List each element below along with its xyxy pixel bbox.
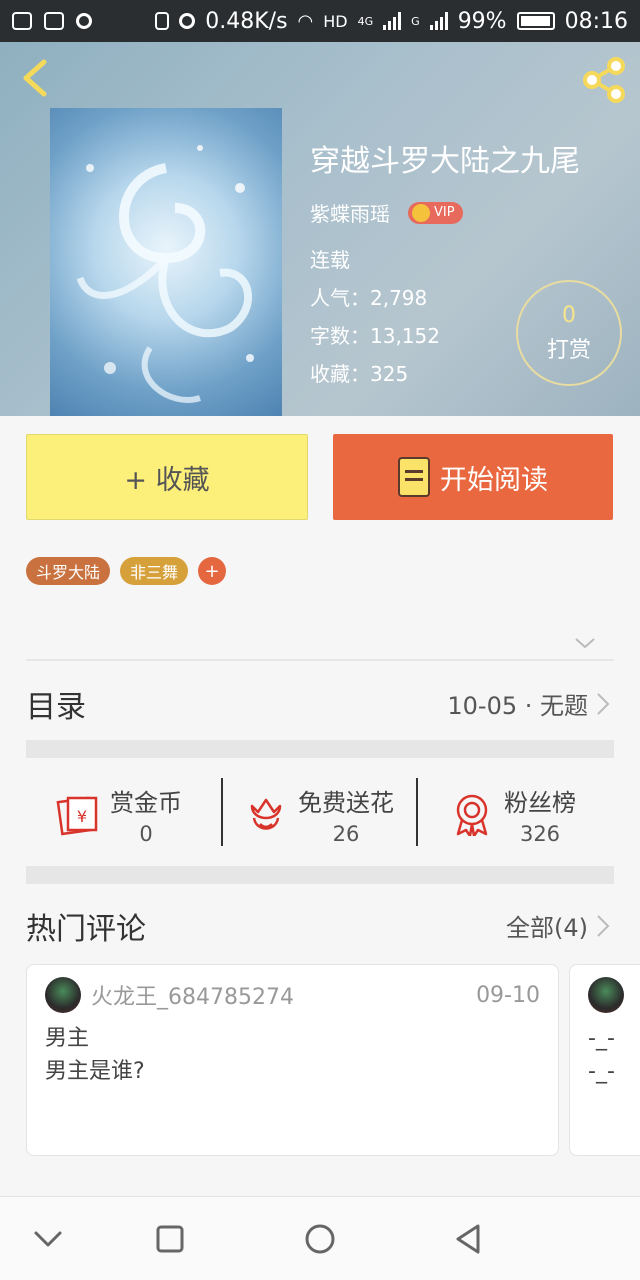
svg-text:¥: ¥	[77, 807, 87, 826]
network-g-label: G	[411, 14, 420, 28]
reward-count: 0	[562, 302, 576, 328]
tag-list: 斗罗大陆 非三舞 +	[26, 557, 227, 585]
add-favorite-button[interactable]: + 收藏	[26, 434, 308, 520]
add-tag-button[interactable]: +	[198, 557, 227, 585]
avatar[interactable]	[588, 977, 624, 1013]
vibrate-icon	[155, 12, 170, 30]
comment-card[interactable]: 火龙王_684785274 09-10 男主 男主是谁?	[26, 964, 559, 1156]
recent-apps-icon[interactable]	[150, 1219, 190, 1259]
gold-coin-stat[interactable]: ¥ 赏金币 0	[56, 778, 182, 850]
toc-title[interactable]: 目录	[26, 682, 86, 726]
signal-icon	[383, 12, 402, 30]
comment-date: 09-10	[476, 982, 540, 1008]
toc-latest-label: 10-05 · 无题	[447, 692, 588, 720]
comment-title: 男主	[45, 1026, 90, 1051]
signal-2-icon	[429, 12, 448, 30]
start-reading-label: 开始阅读	[440, 464, 548, 496]
chevron-right-icon	[597, 692, 610, 715]
medal-icon	[456, 794, 488, 836]
book-cover[interactable]	[50, 108, 282, 416]
divider	[221, 778, 223, 846]
toc-latest-chapter[interactable]: 10-05 · 无题	[447, 686, 610, 721]
author-name[interactable]: 紫蝶雨瑶	[310, 198, 390, 227]
stat-value: 26	[332, 821, 360, 846]
stat-value: 0	[139, 821, 153, 846]
book-popularity: 人气：2,798	[310, 286, 428, 310]
comment-body: 男主是谁?	[45, 1058, 145, 1084]
hide-keyboard-icon[interactable]	[28, 1219, 68, 1259]
comment-body: -_-	[588, 1058, 615, 1084]
stat-label: 赏金币	[110, 788, 182, 817]
vip-badge: VIP	[408, 201, 463, 224]
stat-label: 免费送花	[298, 788, 394, 817]
all-comments-link[interactable]: 全部(4)	[506, 908, 610, 943]
reward-label: 打赏	[546, 337, 591, 363]
clock: 08:16	[564, 8, 628, 34]
chevron-down-icon[interactable]	[574, 632, 596, 654]
stat-label: 粉丝榜	[504, 788, 576, 817]
book-icon	[398, 457, 430, 497]
comment-card[interactable]: -_- -_-	[569, 964, 640, 1156]
flower-icon	[250, 798, 282, 830]
book-word-count: 字数：13,152	[310, 324, 440, 348]
divider	[416, 778, 418, 846]
start-reading-button[interactable]: 开始阅读	[333, 434, 613, 520]
alarm-icon	[179, 13, 196, 29]
status-bar: 0.48K/s ◠ HD 4G G 99% 08:16	[0, 0, 640, 42]
chevron-right-icon	[597, 914, 610, 937]
reward-button[interactable]: 0 打赏	[516, 280, 622, 386]
network-speed: 0.48K/s	[205, 8, 288, 34]
share-icon[interactable]	[580, 56, 628, 104]
calendar-icon	[44, 12, 64, 30]
home-icon[interactable]	[300, 1219, 340, 1259]
vip-label: VIP	[434, 205, 455, 220]
book-status: 连载	[310, 248, 350, 272]
tag-item[interactable]: 非三舞	[120, 557, 189, 585]
book-favorites: 收藏：325	[310, 362, 409, 386]
author-row: 紫蝶雨瑶 VIP	[310, 198, 463, 227]
hd-label: HD	[323, 11, 348, 31]
record-icon	[76, 13, 92, 29]
tag-item[interactable]: 斗罗大陆	[26, 557, 111, 585]
hot-comments-title: 热门评论	[26, 912, 146, 947]
wifi-icon: ◠	[297, 10, 314, 32]
divider	[26, 659, 614, 661]
section-separator	[26, 866, 614, 884]
avatar[interactable]	[45, 977, 81, 1013]
network-4g-label: 4G	[357, 14, 374, 28]
section-separator	[26, 740, 614, 758]
book-header: 穿越斗罗大陆之九尾 紫蝶雨瑶 VIP 连载 人气：2,798 字数：13,152…	[0, 42, 640, 416]
cover-art	[76, 145, 254, 403]
stat-value: 326	[519, 821, 561, 846]
battery-icon	[516, 12, 555, 30]
free-flower-stat[interactable]: 免费送花 26	[244, 778, 394, 850]
book-title: 穿越斗罗大陆之九尾	[310, 144, 580, 179]
fan-ranking-stat[interactable]: 粉丝榜 326	[450, 778, 576, 850]
comment-title: -_-	[588, 1026, 615, 1051]
crown-icon	[412, 203, 430, 222]
navigation-bar	[0, 1196, 640, 1280]
all-comments-label: 全部(4)	[506, 914, 588, 942]
comment-username[interactable]: 火龙王_684785274	[91, 979, 294, 1011]
battery-percent: 99%	[457, 8, 507, 34]
red-envelope-icon: ¥	[56, 796, 98, 836]
back-nav-icon[interactable]	[448, 1219, 488, 1259]
wechat-icon	[12, 12, 32, 30]
back-icon[interactable]	[16, 58, 56, 98]
